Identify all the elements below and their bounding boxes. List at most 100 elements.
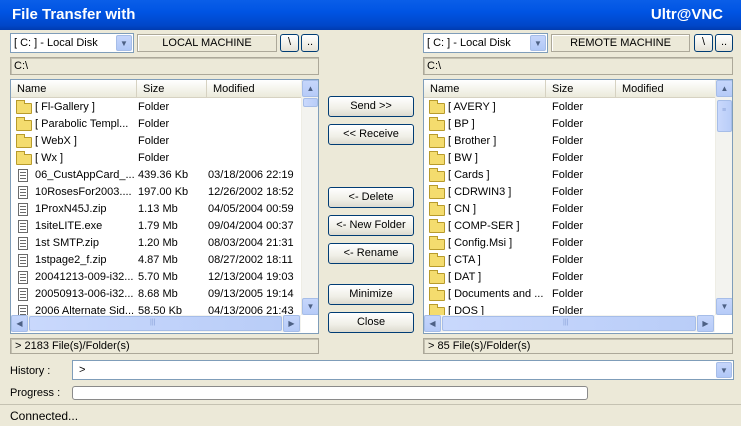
remote-path-field[interactable]: C:\ [423, 57, 733, 75]
remote-file-row[interactable]: [ Brother ] Folder [424, 133, 716, 150]
scroll-up-icon[interactable]: ▲ [716, 80, 732, 97]
local-vscroll-thumb[interactable] [303, 98, 318, 107]
chevron-down-icon[interactable]: ▼ [530, 35, 546, 51]
file-icon [18, 203, 28, 216]
remote-file-name: [ CDRWIN3 ] [448, 186, 512, 198]
folder-icon [429, 236, 445, 250]
local-up-button[interactable]: .. [301, 34, 319, 52]
new-folder-button[interactable]: <- New Folder [328, 215, 414, 236]
remote-root-button[interactable]: \ [694, 34, 713, 52]
remote-file-size: Folder [552, 271, 584, 283]
remote-file-name: [ Config.Msi ] [448, 237, 513, 249]
local-file-row[interactable]: 20041213-009-i32... 5.70 Mb 12/13/2004 19:… [11, 269, 302, 286]
local-file-size: Folder [138, 152, 170, 164]
local-file-row[interactable]: 1stpage2_f.zip 4.87 Mb 08/27/2002 18:11 [11, 252, 302, 269]
local-file-row[interactable]: [ Parabolic Templ... Folder [11, 116, 302, 133]
remote-file-row[interactable]: [ Config.Msi ] Folder [424, 235, 716, 252]
chevron-down-icon[interactable]: ▼ [716, 362, 732, 378]
progress-label: Progress : [10, 387, 61, 399]
local-hscroll-thumb[interactable]: ||| [29, 316, 282, 331]
remote-file-row[interactable]: [ BW ] Folder [424, 150, 716, 167]
remote-horizontal-scrollbar[interactable]: ◀ ||| ▶ [424, 315, 715, 332]
title-bar[interactable]: File Transfer with Ultr@VNC [0, 0, 741, 30]
local-list-header: Name Size Modified [11, 80, 302, 98]
send-button[interactable]: Send >> [328, 96, 414, 117]
local-drive-select[interactable]: [ C: ] - Local Disk ▼ [10, 33, 134, 53]
remote-file-row[interactable]: [ AVERY ] Folder [424, 99, 716, 116]
receive-button[interactable]: << Receive [328, 124, 414, 145]
remote-file-row[interactable]: [ Documents and ... Folder [424, 286, 716, 303]
scroll-left-icon[interactable]: ◀ [11, 315, 28, 332]
remote-file-name: [ Documents and ... [448, 288, 544, 300]
scroll-left-icon[interactable]: ◀ [424, 315, 441, 332]
folder-icon [429, 253, 445, 267]
remote-vscroll-thumb[interactable]: ≡ [717, 100, 732, 132]
local-file-list[interactable]: Name Size Modified [ Fl-Gallery ] Folder[… [10, 79, 319, 334]
delete-button[interactable]: <- Delete [328, 187, 414, 208]
scroll-down-icon[interactable]: ▼ [716, 298, 732, 315]
scroll-right-icon[interactable]: ▶ [697, 315, 714, 332]
local-file-row[interactable]: [ Fl-Gallery ] Folder [11, 99, 302, 116]
local-file-size: Folder [138, 101, 170, 113]
remote-file-row[interactable]: [ Cards ] Folder [424, 167, 716, 184]
local-file-row[interactable]: 1siteLITE.exe 1.79 Mb 09/04/2004 00:37 [11, 218, 302, 235]
local-file-name: 1ProxN45J.zip [35, 203, 107, 215]
local-file-row[interactable]: 1ProxN45J.zip 1.13 Mb 04/05/2004 00:59 [11, 201, 302, 218]
local-status: > 2183 File(s)/Folder(s) [10, 338, 319, 354]
local-col-size[interactable]: Size [137, 80, 207, 98]
remote-col-name[interactable]: Name [424, 80, 546, 98]
remote-rows: [ AVERY ] Folder [ BP ] Folder [ Brother ] Fo… [424, 99, 716, 320]
local-file-size: Folder [138, 135, 170, 147]
remote-file-name: [ DAT ] [448, 271, 482, 283]
remote-file-size: Folder [552, 203, 584, 215]
chevron-down-icon[interactable]: ▼ [116, 35, 132, 51]
local-file-name: 1siteLITE.exe [35, 220, 103, 232]
local-root-button[interactable]: \ [280, 34, 299, 52]
local-file-row[interactable]: 1st SMTP.zip 1.20 Mb 08/03/2004 21:31 [11, 235, 302, 252]
local-file-size: 5.70 Mb [138, 271, 178, 283]
local-drive-value: [ C: ] - Local Disk [14, 37, 98, 49]
close-button[interactable]: Close [328, 312, 414, 333]
scroll-right-icon[interactable]: ▶ [283, 315, 300, 332]
local-file-name: [ WebX ] [35, 135, 77, 147]
file-icon [18, 271, 28, 284]
local-file-row[interactable]: 20050913-006-i32... 8.68 Mb 09/13/2005 19:… [11, 286, 302, 303]
local-file-row[interactable]: [ WebX ] Folder [11, 133, 302, 150]
local-horizontal-scrollbar[interactable]: ◀ ||| ▶ [11, 315, 301, 332]
remote-file-size: Folder [552, 118, 584, 130]
window-title-brand: Ultr@VNC [650, 6, 723, 23]
local-col-name[interactable]: Name [11, 80, 137, 98]
minimize-button[interactable]: Minimize [328, 284, 414, 305]
scroll-up-icon[interactable]: ▲ [302, 80, 318, 97]
scroll-down-icon[interactable]: ▼ [302, 298, 318, 315]
remote-file-row[interactable]: [ BP ] Folder [424, 116, 716, 133]
local-vertical-scrollbar[interactable]: ▲ ▼ [301, 80, 318, 315]
remote-col-size[interactable]: Size [546, 80, 616, 98]
local-file-row[interactable]: 10RosesFor2003.... 197.00 Kb 12/26/2002 18… [11, 184, 302, 201]
local-path-field[interactable]: C:\ [10, 57, 319, 75]
remote-col-modified[interactable]: Modified [616, 80, 716, 98]
remote-file-row[interactable]: [ CTA ] Folder [424, 252, 716, 269]
remote-hscroll-thumb[interactable]: ||| [442, 316, 696, 331]
rename-button[interactable]: <- Rename [328, 243, 414, 264]
remote-file-row[interactable]: [ DAT ] Folder [424, 269, 716, 286]
local-file-row[interactable]: 06_CustAppCard_... 439.36 Kb 03/18/2006 22… [11, 167, 302, 184]
remote-file-name: [ BW ] [448, 152, 478, 164]
remote-up-button[interactable]: .. [715, 34, 733, 52]
local-rows: [ Fl-Gallery ] Folder[ Parabolic Templ...… [11, 99, 302, 320]
remote-file-row[interactable]: [ CDRWIN3 ] Folder [424, 184, 716, 201]
local-file-row[interactable]: [ Wx ] Folder [11, 150, 302, 167]
remote-file-size: Folder [552, 101, 584, 113]
local-file-modified: 09/13/2005 19:14 [208, 288, 294, 300]
folder-icon [429, 202, 445, 216]
remote-vertical-scrollbar[interactable]: ▲ ≡ ▼ [715, 80, 732, 315]
remote-file-row[interactable]: [ COMP-SER ] Folder [424, 218, 716, 235]
folder-icon [429, 287, 445, 301]
local-file-size: 4.87 Mb [138, 254, 178, 266]
history-select[interactable]: > ▼ [72, 360, 734, 380]
remote-file-row[interactable]: [ CN ] Folder [424, 201, 716, 218]
remote-file-list[interactable]: Name Size Modified [ AVERY ] Folder[ BP ]… [423, 79, 733, 334]
folder-icon [429, 219, 445, 233]
local-col-modified[interactable]: Modified [207, 80, 302, 98]
remote-drive-select[interactable]: [ C: ] - Local Disk ▼ [423, 33, 548, 53]
